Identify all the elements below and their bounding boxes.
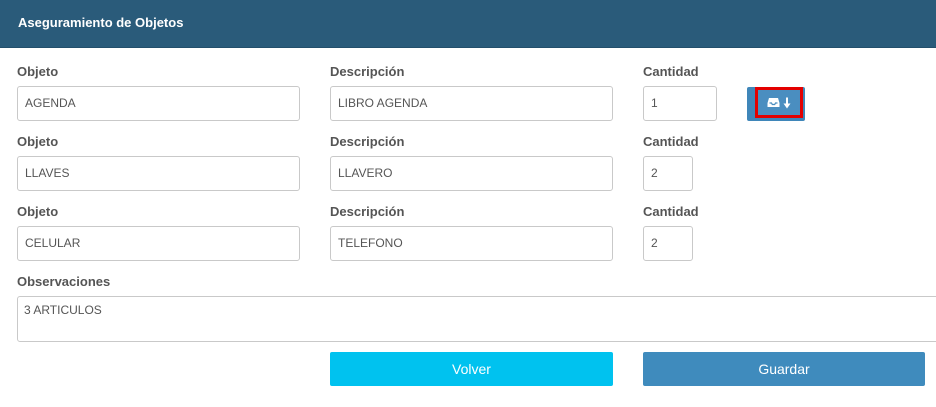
add-object-button[interactable]	[755, 87, 803, 118]
observaciones-label: Observaciones	[17, 274, 111, 289]
objeto-input[interactable]: AGENDA	[17, 86, 300, 121]
guardar-button[interactable]: Guardar	[643, 352, 925, 386]
cantidad-label: Cantidad	[643, 64, 699, 79]
descripcion-input[interactable]: LIBRO AGENDA	[330, 86, 613, 121]
objeto-label: Objeto	[17, 134, 59, 149]
cantidad-label: Cantidad	[643, 204, 699, 219]
volver-button[interactable]: Volver	[330, 352, 613, 386]
page-title: Aseguramiento de Objetos	[18, 15, 184, 30]
descripcion-label: Descripción	[330, 134, 405, 149]
objeto-label: Objeto	[17, 64, 59, 79]
inbox-icon	[767, 97, 780, 108]
descripcion-label: Descripción	[330, 204, 405, 219]
form-header: Aseguramiento de Objetos	[0, 0, 936, 48]
cantidad-label: Cantidad	[643, 134, 699, 149]
objeto-label: Objeto	[17, 204, 59, 219]
cantidad-input[interactable]: 2	[643, 226, 693, 261]
observaciones-textarea[interactable]: 3 ARTICULOS	[17, 296, 936, 342]
descripcion-input[interactable]: TELEFONO	[330, 226, 613, 261]
cantidad-input[interactable]: 2	[643, 156, 693, 191]
objeto-input[interactable]: CELULAR	[17, 226, 300, 261]
descripcion-input[interactable]: LLAVERO	[330, 156, 613, 191]
cantidad-input[interactable]: 1	[643, 86, 717, 121]
descripcion-label: Descripción	[330, 64, 405, 79]
objeto-input[interactable]: LLAVES	[17, 156, 300, 191]
arrow-down-icon	[783, 97, 791, 109]
